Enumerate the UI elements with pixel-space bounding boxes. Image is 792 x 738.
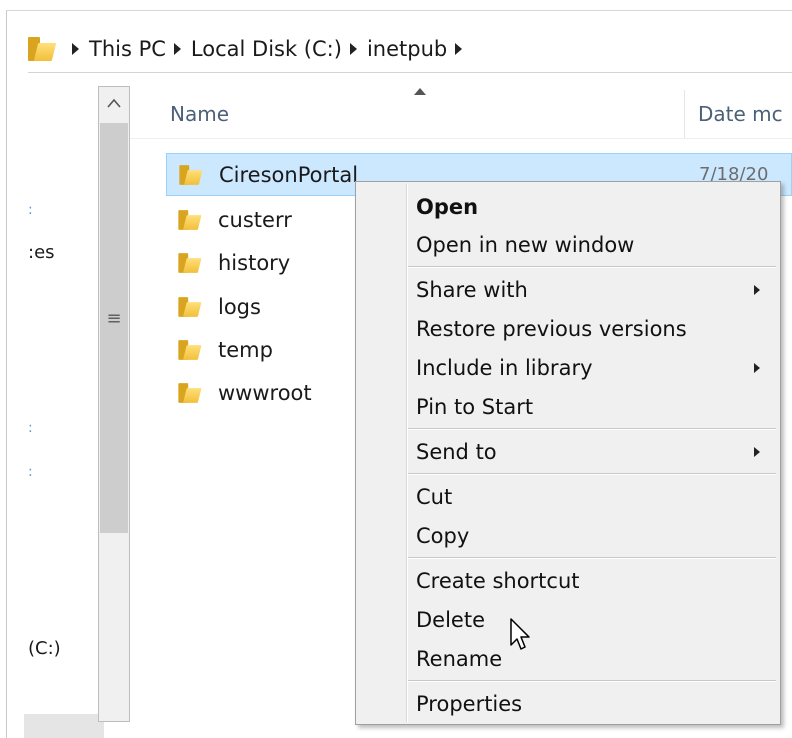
menu-separator [408,680,776,682]
nav-item-selected[interactable] [24,714,104,738]
scroll-thumb[interactable]: ≡ [100,123,128,533]
menu-item-label: Send to [416,440,497,464]
nav-item-marker: : [28,464,33,480]
chevron-right-icon[interactable] [173,43,181,55]
menu-item-pin-to-start[interactable]: Pin to Start [416,388,776,426]
folder-icon [178,297,202,317]
menu-item-label: Share with [416,278,528,302]
menu-item-properties[interactable]: Properties [416,685,776,723]
breadcrumb-local-disk[interactable]: Local Disk (C:) [191,37,342,61]
column-header-date-modified[interactable]: Date mc [698,102,783,126]
mouse-pointer-icon [510,618,530,650]
chevron-up-icon[interactable] [99,87,129,119]
file-name: history [218,251,291,275]
chevron-right-icon [754,285,760,295]
file-name: temp [218,338,273,362]
nav-item-partial[interactable]: :es [28,242,55,263]
column-header-name[interactable]: Name [170,102,229,126]
header-divider [130,138,792,139]
column-header-row: Name Date mc [130,88,792,138]
menu-item-create-shortcut[interactable]: Create shortcut [416,562,776,600]
menu-separator [408,473,776,475]
context-menu: Open Open in new window Share with Resto… [355,181,781,725]
breadcrumb-inetpub[interactable]: inetpub [367,37,447,61]
chevron-right-icon[interactable] [349,43,357,55]
file-name: logs [218,295,261,319]
file-name: wwwroot [218,381,312,405]
address-bar-divider [28,72,792,73]
navigation-pane: : :es : : (C:) [6,86,104,738]
chevron-right-icon[interactable] [455,43,463,55]
menu-separator [408,557,776,559]
menu-item-copy[interactable]: Copy [416,517,776,555]
chevron-right-icon [754,363,760,373]
folder-icon [178,340,202,360]
folder-icon [178,253,202,273]
menu-item-rename[interactable]: Rename [416,640,776,678]
menu-item-include-in-library[interactable]: Include in library [416,349,776,387]
menu-item-cut[interactable]: Cut [416,478,776,516]
sort-ascending-icon [414,88,426,95]
menu-separator [408,266,776,268]
menu-item-open-new-window[interactable]: Open in new window [416,226,776,264]
folder-icon [28,37,57,61]
nav-scrollbar[interactable]: ≡ [98,86,130,722]
nav-item-marker: : [28,202,33,218]
chevron-right-icon [754,447,760,457]
folder-icon [178,210,202,230]
menu-item-open[interactable]: Open [416,188,776,226]
chevron-right-icon[interactable] [72,43,79,55]
menu-item-send-to[interactable]: Send to [416,433,776,471]
file-name: CiresonPortal [219,162,359,187]
file-name: custerr [218,208,292,232]
folder-icon [178,383,202,403]
nav-item-marker: : [28,420,33,436]
menu-separator [408,428,776,430]
address-bar[interactable]: This PC Local Disk (C:) inetpub [28,26,792,72]
folder-icon [179,164,203,185]
nav-item-local-disk[interactable]: (C:) [28,638,61,659]
menu-item-delete[interactable]: Delete [416,601,776,639]
menu-gutter-highlight [407,184,408,722]
menu-item-restore-previous-versions[interactable]: Restore previous versions [416,310,776,348]
grip-icon: ≡ [106,308,122,329]
menu-item-label: Include in library [416,356,593,380]
menu-item-share-with[interactable]: Share with [416,271,776,309]
window-border-top [6,10,792,11]
breadcrumb-this-pc[interactable]: This PC [89,37,166,61]
explorer-window: This PC Local Disk (C:) inetpub : :es : … [0,0,792,738]
column-divider[interactable] [684,90,685,138]
